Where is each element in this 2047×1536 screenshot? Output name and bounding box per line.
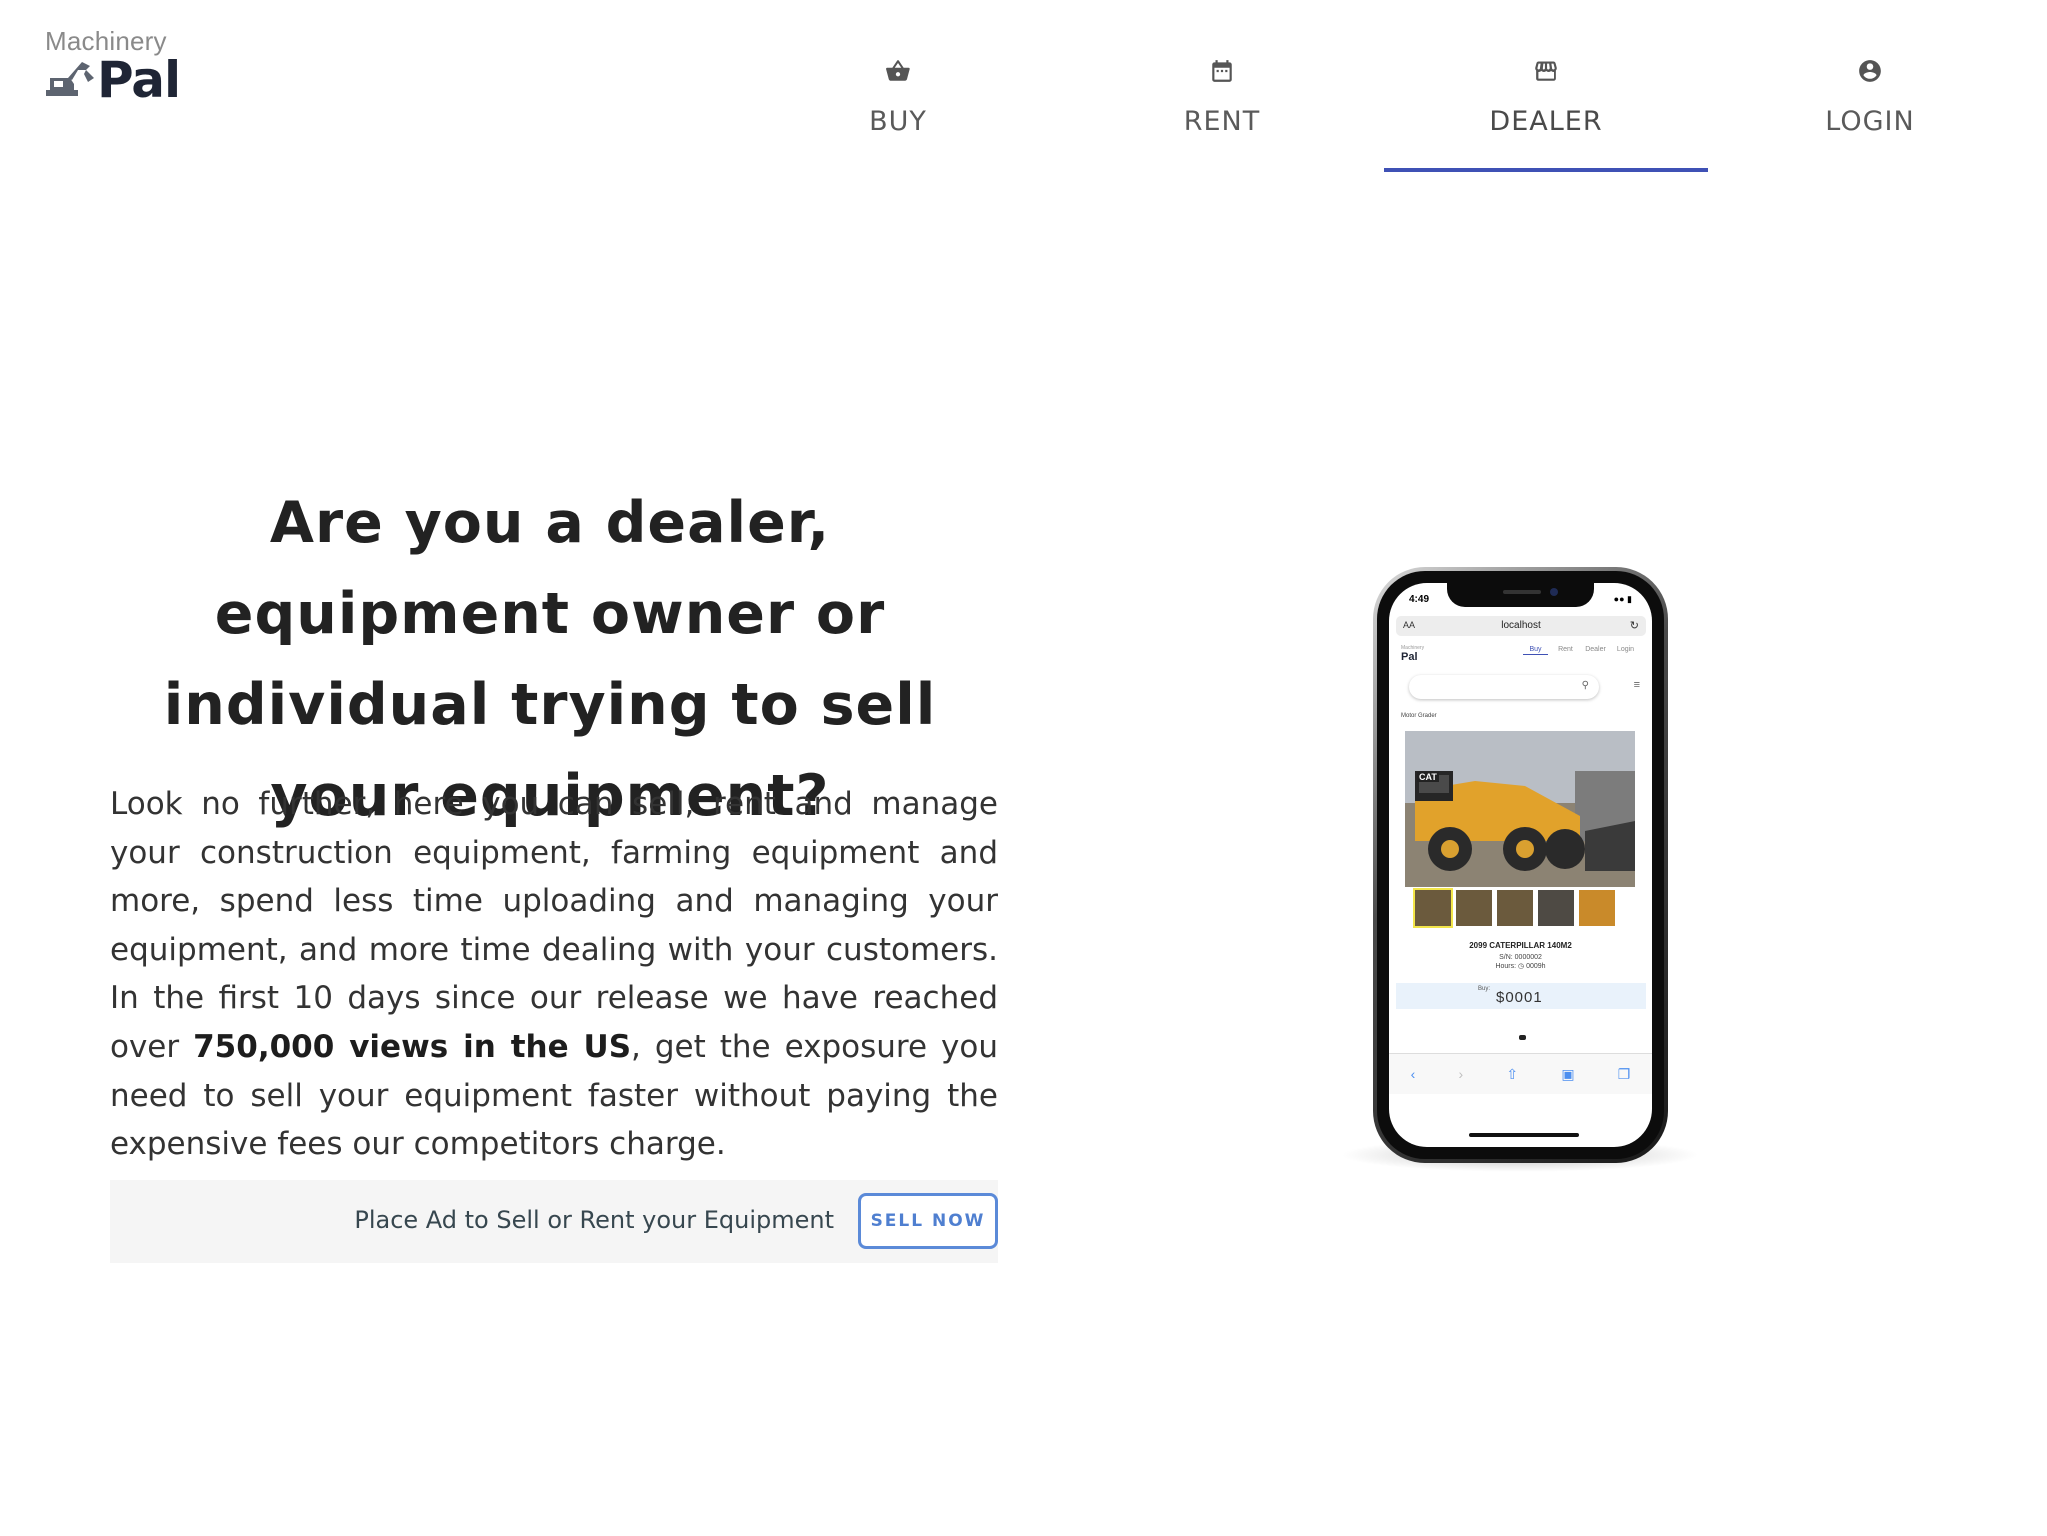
photo-brand-label: CAT — [1417, 772, 1439, 782]
thumbnail — [1538, 890, 1574, 926]
phone-speaker — [1503, 590, 1541, 594]
mini-price: $0001 — [1496, 989, 1543, 1006]
tab-dealer-label: DEALER — [1489, 106, 1603, 137]
mini-price-box: Buy: $0001 — [1396, 983, 1646, 1009]
mini-tab-dealer: Dealer — [1585, 646, 1606, 653]
mini-tab-buy: Buy — [1523, 645, 1548, 655]
storefront-icon — [1535, 61, 1557, 81]
thumbnail — [1413, 888, 1453, 928]
mini-search-input: ⚲ — [1409, 675, 1599, 699]
tab-login[interactable]: LOGIN — [1708, 0, 2032, 172]
mini-nav: Buy Rent Dealer Login — [1523, 645, 1638, 655]
phone-notch — [1447, 583, 1594, 607]
calendar-icon — [1212, 60, 1232, 82]
clock-icon: ◷ — [1518, 963, 1525, 970]
thumbnail — [1497, 890, 1533, 926]
status-icons: ●● ▮ — [1613, 594, 1632, 604]
mini-category: Motor Grader — [1401, 713, 1437, 719]
tab-buy-label: BUY — [869, 106, 927, 137]
forward-icon: › — [1458, 1066, 1464, 1082]
hero-body: Look no further, here you can sell, rent… — [110, 780, 998, 1169]
mini-url-bar: AA localhost ↻ — [1396, 616, 1646, 636]
mini-thumbnails — [1413, 888, 1615, 928]
excavator-icon — [46, 62, 94, 96]
listing-photo — [1405, 731, 1635, 887]
tab-login-label: LOGIN — [1825, 106, 1915, 137]
mini-tab-login: Login — [1616, 646, 1635, 653]
phone-camera — [1550, 588, 1558, 596]
thumbnail — [1579, 890, 1615, 926]
hero-body-text: Look no further, here you can sell, rent… — [110, 786, 998, 1065]
mini-hours-label: Hours: — [1495, 963, 1517, 970]
bookmarks-icon: ▣ — [1561, 1065, 1575, 1082]
mini-serial-label: S/N: — [1499, 954, 1513, 961]
mini-footer-icon — [1519, 1035, 1526, 1040]
cta-bar: Place Ad to Sell or Rent your Equipment … — [110, 1180, 998, 1263]
thumbnail — [1456, 890, 1492, 926]
brand-logo[interactable]: Machinery Pal — [42, 24, 182, 109]
reload-icon: ↻ — [1629, 620, 1639, 632]
mini-price-label: Buy: — [1478, 986, 1491, 992]
mini-listing-details: S/N: 0000002 Hours: ◷ 0009h — [1389, 953, 1652, 971]
tab-buy[interactable]: BUY — [736, 0, 1060, 172]
hero-body-highlight: 750,000 views in the US — [193, 1028, 632, 1065]
mini-browser-toolbar: ‹ › ⇧ ▣ ❐ — [1389, 1053, 1652, 1094]
status-time: 4:49 — [1409, 594, 1430, 605]
sell-now-button[interactable]: SELL NOW — [858, 1193, 998, 1249]
tab-rent[interactable]: RENT — [1060, 0, 1384, 172]
share-icon: ⇧ — [1506, 1065, 1519, 1082]
phone-mockup: 4:49 ●● ▮ AA localhost ↻ Machinery Pal B… — [1373, 567, 1668, 1163]
basket-icon — [886, 60, 910, 81]
account-circle-icon — [1859, 60, 1881, 82]
mini-brand-logo: Machinery Pal — [1401, 645, 1424, 663]
filter-icon: ≡ — [1633, 679, 1640, 691]
tabs-icon: ❐ — [1617, 1065, 1631, 1082]
phone-screen: 4:49 ●● ▮ AA localhost ↻ Machinery Pal B… — [1389, 583, 1652, 1147]
home-indicator — [1469, 1133, 1579, 1137]
mini-hours: 0009h — [1526, 963, 1546, 970]
phone-bezel: 4:49 ●● ▮ AA localhost ↻ Machinery Pal B… — [1377, 571, 1664, 1159]
back-icon: ‹ — [1410, 1066, 1416, 1082]
active-tab-indicator — [1384, 168, 1708, 172]
mini-brand-main: Pal — [1401, 651, 1418, 663]
main-nav: BUY RENT DEALER LOGIN — [736, 0, 2032, 172]
mini-url: localhost — [1501, 620, 1541, 631]
tab-rent-label: RENT — [1183, 106, 1261, 137]
mini-listing-title: 2099 CATERPILLAR 140M2 — [1469, 941, 1572, 950]
mini-serial: 0000002 — [1514, 954, 1542, 961]
tab-dealer[interactable]: DEALER — [1384, 0, 1708, 172]
search-icon: ⚲ — [1581, 680, 1589, 691]
mini-tab-rent: Rent — [1558, 646, 1573, 653]
cta-text: Place Ad to Sell or Rent your Equipment — [354, 1206, 834, 1234]
brand-main-text: Pal — [97, 51, 181, 109]
